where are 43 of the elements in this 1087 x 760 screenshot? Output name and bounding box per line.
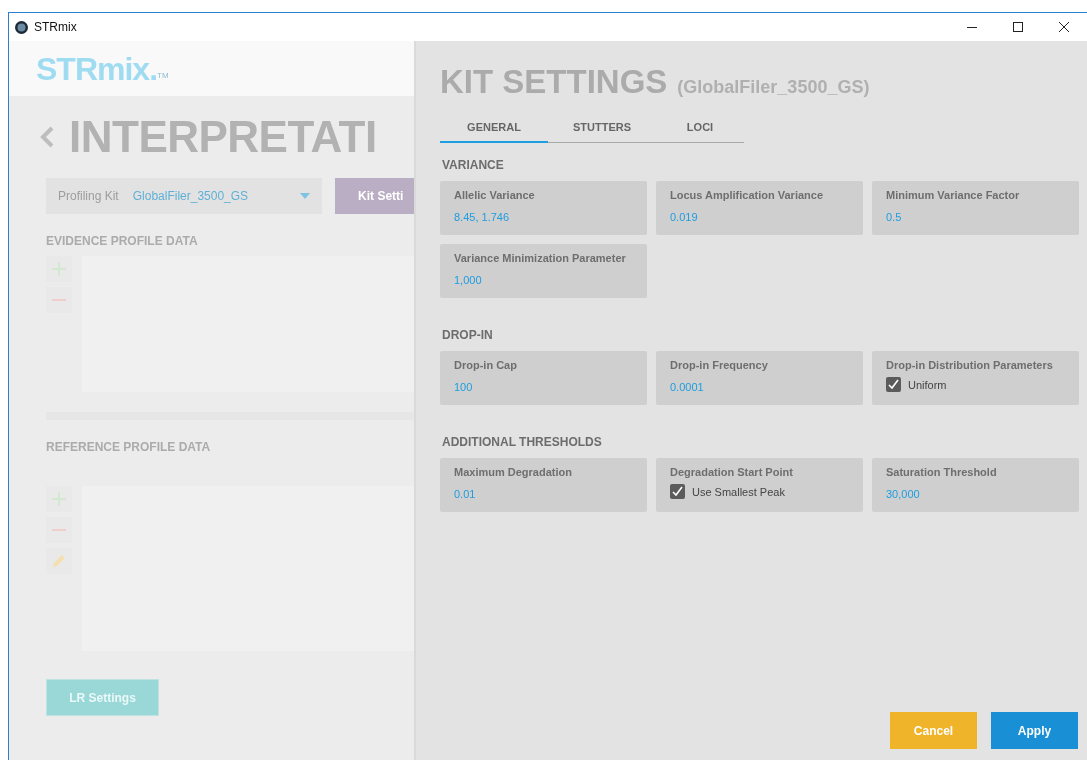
- setting-label: Drop-in Distribution Parameters: [886, 359, 1054, 371]
- section-heading: EVIDENCE PROFILE DATA: [46, 234, 199, 248]
- setting-label: Degradation Start Point: [670, 466, 794, 478]
- window-title: STRmix: [34, 20, 77, 34]
- setting-value[interactable]: 0.5: [886, 211, 1065, 223]
- tab[interactable]: GENERAL: [440, 113, 548, 143]
- setting-label: Variance Minimization Parameter: [454, 252, 627, 264]
- cancel-button[interactable]: Cancel: [890, 712, 977, 749]
- setting-value[interactable]: 0.01: [454, 488, 633, 500]
- setting-value[interactable]: 30,000: [886, 488, 1065, 500]
- back-icon[interactable]: [39, 125, 55, 149]
- logo: STRmix.: [36, 51, 158, 88]
- setting-label: Drop-in Frequency: [670, 359, 769, 371]
- checkbox[interactable]: [886, 377, 901, 392]
- kit-settings-button[interactable]: Kit Setti: [335, 178, 414, 214]
- apply-button[interactable]: Apply: [991, 712, 1078, 749]
- trademark: TM: [157, 71, 169, 80]
- kit-dropdown[interactable]: Profiling Kit GlobalFiler_3500_GS: [46, 178, 323, 214]
- panel-title: KIT SETTINGS: [440, 63, 668, 101]
- setting-label: Saturation Threshold: [886, 466, 998, 478]
- setting-label: Locus Amplification Variance: [670, 189, 825, 201]
- setting-value[interactable]: 1,000: [454, 274, 633, 286]
- setting-value[interactable]: 0.0001: [670, 381, 849, 393]
- setting-label: Allelic Variance: [454, 189, 536, 201]
- dropdown-caret-icon[interactable]: [300, 193, 311, 199]
- lr-settings-button[interactable]: LR Settings: [46, 679, 159, 716]
- tab[interactable]: LOCI: [656, 113, 744, 143]
- setting-value[interactable]: 8.45, 1.746: [454, 211, 633, 223]
- page-title: INTERPRETATI: [69, 112, 377, 162]
- section-heading: REFERENCE PROFILE DATA: [46, 440, 212, 454]
- section-heading: VARIANCE: [442, 158, 505, 172]
- checkbox-label: Use Smallest Peak: [692, 485, 785, 498]
- tab[interactable]: STUTTERS: [548, 113, 656, 143]
- setting-label: Drop-in Cap: [454, 359, 518, 371]
- checkbox[interactable]: [670, 484, 685, 499]
- setting-value[interactable]: 0.019: [670, 211, 849, 223]
- app-icon: [15, 20, 28, 34]
- setting-label: Minimum Variance Factor: [886, 189, 1021, 201]
- section-heading: DROP-IN: [442, 328, 494, 342]
- checkbox-label: Uniform: [908, 378, 947, 391]
- setting-label: Maximum Degradation: [454, 466, 573, 478]
- section-heading: ADDITIONAL THRESHOLDS: [442, 435, 603, 449]
- setting-value[interactable]: 100: [454, 381, 633, 393]
